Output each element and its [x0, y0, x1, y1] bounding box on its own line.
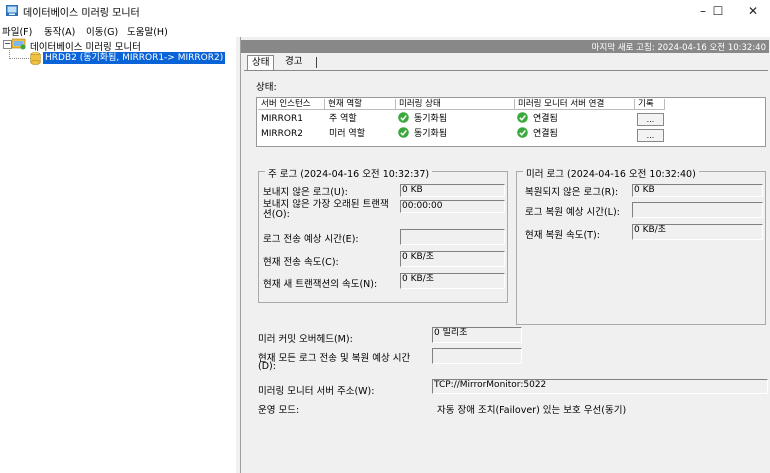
grid-cell-instance: MIRROR1 [261, 114, 303, 124]
witness-address-field[interactable]: TCP://MirrorMonitor:5022 [432, 379, 768, 394]
menu-file[interactable]: 파일(F) [2, 24, 32, 38]
time-to-restore-label: 로그 복원 예상 시간(L): [525, 207, 620, 218]
status-label: 상태: [256, 82, 277, 93]
green-check-icon [517, 112, 528, 123]
grid-cell-mirroring-state: 동기화됨 [398, 127, 447, 141]
time-all-label: 현재 모든 로그 전송 및 복원 예상 시간 [258, 353, 411, 364]
grid-cell-mirroring-state-text: 동기화됨 [414, 114, 448, 124]
grid-cell-connection-text: 연결됨 [533, 129, 558, 139]
tree-pane: − 데이터베이스 미러링 모니터 HRDB2 (동기화됨, MIRROR1-> … [0, 37, 236, 473]
menu-action[interactable]: 동작(A) [44, 24, 75, 38]
green-check-icon [398, 112, 409, 123]
commit-overhead-label: 미러 커밋 오버헤드(M): [258, 334, 353, 345]
unrestored-log-label: 복원되지 않은 로그(R): [525, 187, 619, 198]
time-to-send-field[interactable] [400, 229, 505, 245]
grid-header-instance[interactable]: 서버 인스턴스 [258, 99, 325, 110]
send-rate-label: 현재 전송 속도(C): [263, 257, 339, 268]
history-button[interactable]: ... [637, 129, 664, 142]
principal-log-title: 주 로그 (2024-04-16 오전 10:32:37) [265, 166, 433, 180]
oldest-unsent-field[interactable]: 00:00:00 [400, 200, 505, 213]
menu-go[interactable]: 이동(G) [86, 24, 118, 38]
grid-header-history[interactable]: 기록 [635, 99, 665, 110]
grid-header-mirroring-state[interactable]: 미러링 상태 [396, 99, 515, 110]
unrestored-log-field[interactable]: 0 KB [632, 184, 763, 197]
detail-pane: 마지막 새로 고침: 2024-04-16 오전 10:32:40 상태 경고 … [240, 37, 770, 473]
database-icon [30, 52, 41, 65]
tab-separator [316, 57, 317, 68]
time-all-field[interactable] [432, 348, 522, 364]
grid-cell-instance: MIRROR2 [261, 129, 303, 139]
time-to-restore-field[interactable] [632, 202, 763, 218]
title-bar: 데이터베이스 미러링 모니터 – ☐ ✕ [0, 0, 770, 22]
monitor-root-icon [12, 38, 26, 50]
status-tab-panel: 상태: 서버 인스턴스 현재 역할 미러링 상태 미러링 모니터 서버 연결 기… [244, 70, 768, 471]
tab-status[interactable]: 상태 [247, 55, 275, 70]
send-rate-field[interactable]: 0 KB/초 [400, 251, 505, 267]
grid-header-witness-connection[interactable]: 미러링 모니터 서버 연결 [515, 99, 635, 110]
tree-item-hrdb2[interactable]: HRDB2 (동기화됨, MIRROR1-> MIRROR2) [43, 52, 226, 64]
menu-help[interactable]: 도움말(H) [127, 24, 168, 38]
grid-cell-role: 미러 역할 [329, 129, 365, 139]
time-all-label-cont: (D): [258, 361, 276, 372]
window-title: 데이터베이스 미러링 모니터 [23, 8, 140, 19]
grid-cell-role: 주 역할 [329, 114, 357, 124]
restore-rate-label: 현재 복원 속도(T): [525, 230, 600, 241]
commit-overhead-field[interactable]: 0 밀리초 [432, 327, 522, 343]
menu-bar: 파일(F) 동작(A) 이동(G) 도움말(H) [0, 22, 770, 38]
principal-log-group: 주 로그 (2024-04-16 오전 10:32:37) 보내지 않은 로그(… [258, 166, 508, 303]
close-button[interactable]: ✕ [735, 0, 770, 22]
new-txn-rate-field[interactable]: 0 KB/초 [400, 273, 505, 289]
unsent-log-label: 보내지 않은 로그(U): [263, 187, 348, 198]
grid-cell-connection: 연결됨 [517, 127, 558, 141]
tab-warnings[interactable]: 경고 [281, 55, 306, 69]
grid-cell-mirroring-state: 동기화됨 [398, 112, 447, 126]
status-grid: 서버 인스턴스 현재 역할 미러링 상태 미러링 모니터 서버 연결 기록 MI… [256, 97, 766, 147]
tree-collapse-toggle[interactable]: − [3, 40, 12, 49]
time-to-send-label: 로그 전송 예상 시간(E): [263, 234, 359, 245]
maximize-button[interactable]: ☐ [700, 0, 736, 22]
grid-cell-connection: 연결됨 [517, 112, 558, 126]
refresh-bar: 마지막 새로 고침: 2024-04-16 오전 10:32:40 [241, 40, 769, 53]
unsent-log-field[interactable]: 0 KB [400, 184, 505, 197]
new-txn-rate-label: 현재 새 트랜잭션의 속도(N): [263, 279, 378, 290]
grid-header-role[interactable]: 현재 역할 [325, 99, 396, 110]
history-button[interactable]: ... [637, 113, 664, 126]
green-check-icon [517, 127, 528, 138]
last-refresh-text: 마지막 새로 고침: 2024-04-16 오전 10:32:40 [591, 43, 766, 53]
operating-mode-label: 운영 모드: [258, 405, 300, 416]
monitor-app-icon [6, 5, 18, 16]
restore-rate-field[interactable]: 0 KB/초 [632, 224, 763, 240]
tree-connector [9, 58, 31, 59]
green-check-icon [398, 127, 409, 138]
mirror-log-title: 미러 로그 (2024-04-16 오전 10:32:40) [523, 166, 699, 180]
mirror-log-group: 미러 로그 (2024-04-16 오전 10:32:40) 복원되지 않은 로… [516, 166, 766, 325]
operating-mode-value: 자동 장애 조치(Failover) 있는 보호 우선(동기) [437, 405, 627, 416]
witness-address-label: 미러링 모니터 서버 주소(W): [258, 386, 375, 397]
grid-cell-mirroring-state-text: 동기화됨 [414, 129, 448, 139]
tree-root-label[interactable]: 데이터베이스 미러링 모니터 [30, 39, 141, 53]
grid-cell-connection-text: 연결됨 [533, 114, 558, 124]
oldest-unsent-label: 보내지 않은 가장 오래된 트랜잭션(O): [263, 199, 389, 220]
